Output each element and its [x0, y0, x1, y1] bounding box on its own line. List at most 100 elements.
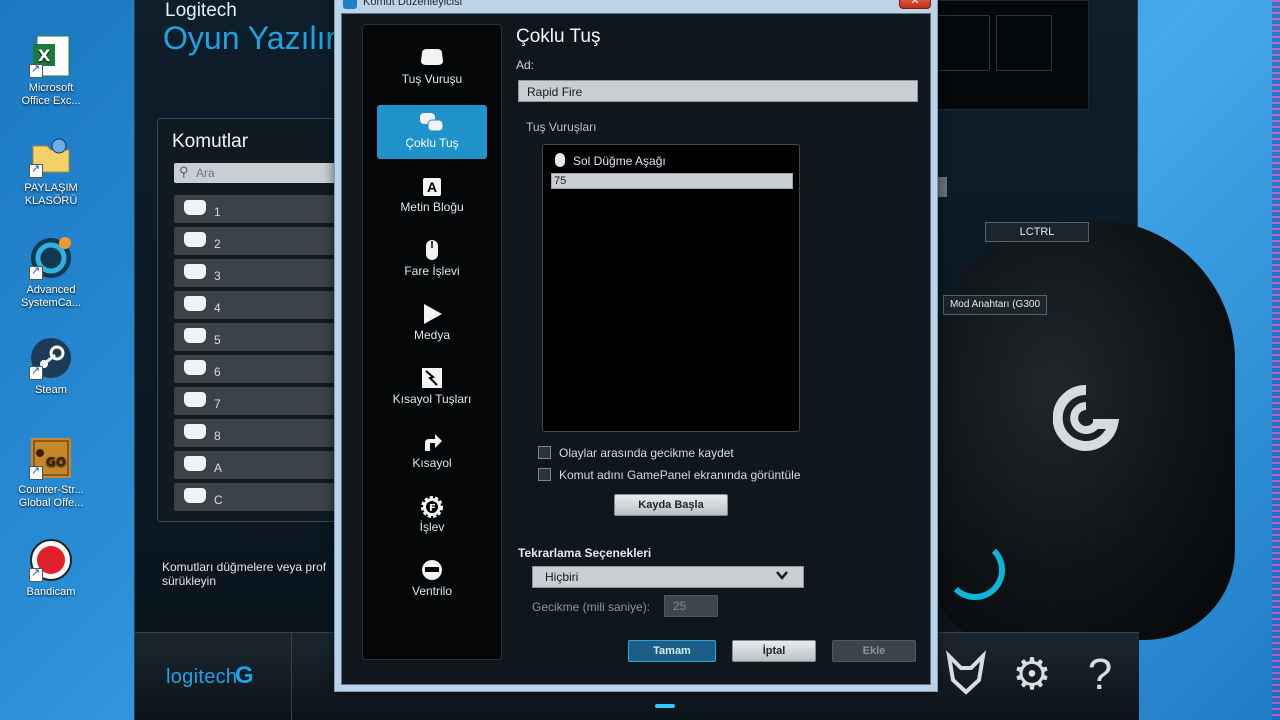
command-label: 4 — [214, 301, 221, 315]
delay-edit-field[interactable]: 75 — [551, 173, 793, 189]
event-row[interactable]: Sol Düğme Aşağı — [555, 153, 666, 168]
desktop-icon-shared-folder[interactable]: PAYLAŞIM KLASÖRÜ — [8, 134, 94, 208]
command-item[interactable]: 1 — [174, 195, 338, 223]
command-label: 8 — [214, 429, 221, 443]
add-button[interactable]: Ekle — [832, 640, 916, 662]
close-icon: ✕ — [910, 0, 920, 7]
checkbox-box[interactable] — [538, 446, 551, 459]
command-item[interactable]: A — [174, 451, 338, 479]
command-item[interactable]: 8 — [174, 419, 338, 447]
search-placeholder: Ara — [196, 166, 215, 180]
profile-slot[interactable] — [934, 15, 990, 71]
desktop-icon-csgo[interactable]: GO Counter-Str... Global Offe... — [8, 436, 94, 510]
logitech-g-small-icon: G — [235, 662, 254, 689]
keystrokes-list[interactable]: Sol Düğme Aşağı 75 — [542, 144, 800, 432]
excel-icon: X — [29, 34, 73, 78]
close-button[interactable]: ✕ — [899, 0, 931, 9]
category-label: Kısayol Tuşları — [392, 392, 472, 406]
command-name-input[interactable]: Rapid Fire — [518, 80, 918, 102]
mode-key-assignment[interactable]: Mod Anahtarı (G300 — [943, 295, 1047, 315]
commands-title: Komutlar — [172, 131, 249, 152]
category-keystroke[interactable]: Tuş Vuruşu — [377, 41, 487, 95]
command-item[interactable]: C — [174, 483, 338, 511]
cancel-button[interactable]: İptal — [732, 640, 816, 662]
text-block-icon: A — [377, 175, 487, 197]
shared-folder-icon — [29, 134, 73, 178]
desktop-icon-label: Counter-Str... Global Offe... — [18, 484, 84, 509]
category-mouse-function[interactable]: Fare İşlevi — [377, 233, 487, 287]
command-item[interactable]: 6 — [174, 355, 338, 383]
repeat-selected-value: Hiçbiri — [545, 570, 579, 584]
steam-icon — [29, 336, 73, 380]
desktop-icon-bandicam[interactable]: Bandicam — [8, 538, 94, 599]
commands-search-input[interactable]: ⚲ Ara — [174, 163, 338, 183]
shortcut-arrow-icon — [377, 431, 487, 453]
search-icon: ⚲ — [179, 164, 189, 179]
mouse-function-icon — [377, 239, 487, 261]
command-item[interactable]: 3 — [174, 259, 338, 287]
ok-button[interactable]: Tamam — [628, 640, 716, 662]
command-label: 7 — [214, 397, 221, 411]
multikey-icon — [377, 111, 487, 133]
desktop-icon-excel[interactable]: X Microsoft Office Exc... — [8, 34, 94, 108]
page-indicator — [655, 704, 675, 708]
profile-panel — [929, 0, 1089, 110]
app-title: Oyun Yazılır — [163, 20, 337, 56]
category-ventrilo[interactable]: Ventrilo — [377, 553, 487, 607]
category-media[interactable]: Medya — [377, 297, 487, 351]
command-label: 5 — [214, 333, 221, 347]
settings-gear-icon[interactable]: ⚙ — [1007, 650, 1057, 700]
wolf-icon[interactable] — [941, 650, 991, 700]
chevron-down-icon — [775, 568, 789, 585]
category-label: Fare İşlevi — [404, 264, 460, 278]
category-multikey[interactable]: Çoklu Tuş — [377, 105, 487, 159]
desktop-icon-steam[interactable]: Steam — [8, 336, 94, 397]
checkbox-label: Olaylar arasında gecikme kaydet — [559, 446, 734, 460]
editor-heading: Çoklu Tuş — [516, 26, 601, 47]
category-hotkeys[interactable]: Kısayol Tuşları — [377, 361, 487, 415]
desktop-icon-label: Microsoft Office Exc... — [21, 82, 81, 107]
desktop-icon-advanced-systemcare[interactable]: Advanced SystemCa... — [8, 236, 94, 310]
category-label: İşlev — [419, 520, 445, 534]
category-shortcut[interactable]: Kısayol — [377, 425, 487, 479]
record-delays-checkbox[interactable]: Olaylar arasında gecikme kaydet — [538, 446, 734, 460]
category-text-block[interactable]: A Metin Bloğu — [377, 169, 487, 223]
keystroke-icon — [184, 328, 206, 343]
repeat-options-select[interactable]: Hiçbiri — [532, 566, 804, 588]
dialog-body: Tuş Vuruşu Çoklu Tuş A Metin Bloğu Fare … — [341, 13, 931, 685]
checkbox-label: Komut adını GamePanel ekranında görüntül… — [559, 468, 801, 482]
category-label: Metin Bloğu — [400, 200, 464, 214]
dialog-titlebar[interactable]: Komut Düzenleyicisi ✕ — [335, 0, 937, 13]
command-item[interactable]: 2 — [174, 227, 338, 255]
profile-slot[interactable] — [996, 15, 1052, 71]
category-function[interactable]: F İşlev — [377, 489, 487, 543]
command-item[interactable]: 5 — [174, 323, 338, 351]
commands-panel: Komutlar ⚲ Ara 1 2 3 4 5 6 7 8 A C — [157, 118, 338, 522]
show-name-gamepanel-checkbox[interactable]: Komut adını GamePanel ekranında görüntül… — [538, 468, 801, 482]
keystroke-icon — [184, 232, 206, 247]
command-label: 6 — [214, 365, 221, 379]
bandicam-icon — [29, 538, 73, 582]
button-assignment-chip[interactable] — [937, 177, 947, 197]
start-recording-button[interactable]: Kayda Başla — [614, 494, 728, 516]
svg-text:F: F — [429, 503, 436, 514]
lctrl-assignment[interactable]: LCTRL — [985, 222, 1089, 242]
command-item[interactable]: 4 — [174, 291, 338, 319]
delay-input[interactable]: 25 — [664, 595, 718, 617]
help-icon[interactable]: ? — [1075, 650, 1125, 700]
advanced-systemcare-icon — [29, 236, 73, 280]
command-label: C — [214, 493, 223, 507]
keystroke-icon — [184, 456, 206, 471]
delay-label: Gecikme (mili saniye): — [532, 600, 651, 614]
command-label: 1 — [214, 205, 221, 219]
command-label: A — [214, 461, 223, 475]
desktop-icon-label: Bandicam — [26, 586, 76, 598]
name-label: Ad: — [516, 58, 535, 72]
commands-hint: Komutları düğmelere veya prof sürükleyin — [162, 560, 327, 588]
checkbox-box[interactable] — [538, 468, 551, 481]
svg-text:GO: GO — [46, 455, 66, 469]
keystroke-icon — [184, 392, 206, 407]
keystroke-icon — [184, 360, 206, 375]
command-item[interactable]: 7 — [174, 387, 338, 415]
category-label: Ventrilo — [411, 584, 453, 598]
